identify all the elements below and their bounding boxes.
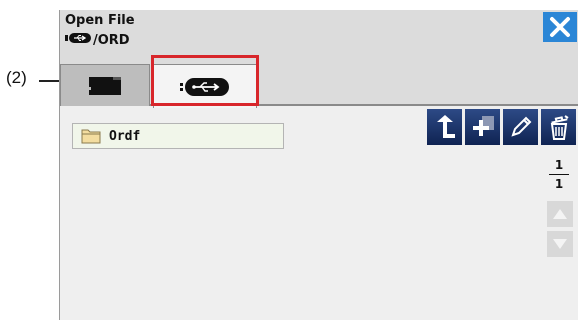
title-bar: Open File /ORD [60,10,578,58]
scroll-down-button[interactable] [547,231,573,257]
delete-trash-icon [550,115,569,140]
tab-internal-memory[interactable] [60,64,150,106]
rename-button[interactable] [503,109,538,145]
internal-memory-icon [87,76,121,95]
usb-tab-highlight-box [151,55,259,106]
delete-button[interactable] [541,109,576,145]
parent-folder-up-arrow-icon [436,115,455,138]
file-toolbar [427,109,576,145]
rename-pencil-icon [510,116,531,137]
open-file-screen: Open File /ORD Ordf 1 1 [59,10,578,320]
folder-item[interactable]: Ordf [72,123,284,149]
usb-drive-icon [65,32,91,48]
triangle-up-icon [553,209,567,219]
page-indicator: 1 1 [549,158,569,191]
folder-name: Ordf [109,128,141,144]
current-path: /ORD [65,32,130,48]
close-button[interactable] [543,12,577,42]
path-text: /ORD [93,32,130,48]
dialog-title: Open File [65,13,135,28]
folder-icon [81,129,101,144]
close-x-icon [550,17,570,37]
scroll-up-button[interactable] [547,201,573,227]
parent-folder-button[interactable] [427,109,462,145]
page-total: 1 [554,177,564,191]
page-fraction-line [549,174,569,175]
triangle-down-icon [553,239,567,249]
new-folder-button[interactable] [465,109,500,145]
callout-label: (2) [6,68,27,87]
page-current: 1 [554,158,564,172]
storage-tabs [60,58,578,145]
new-folder-plus-icon [472,116,494,136]
